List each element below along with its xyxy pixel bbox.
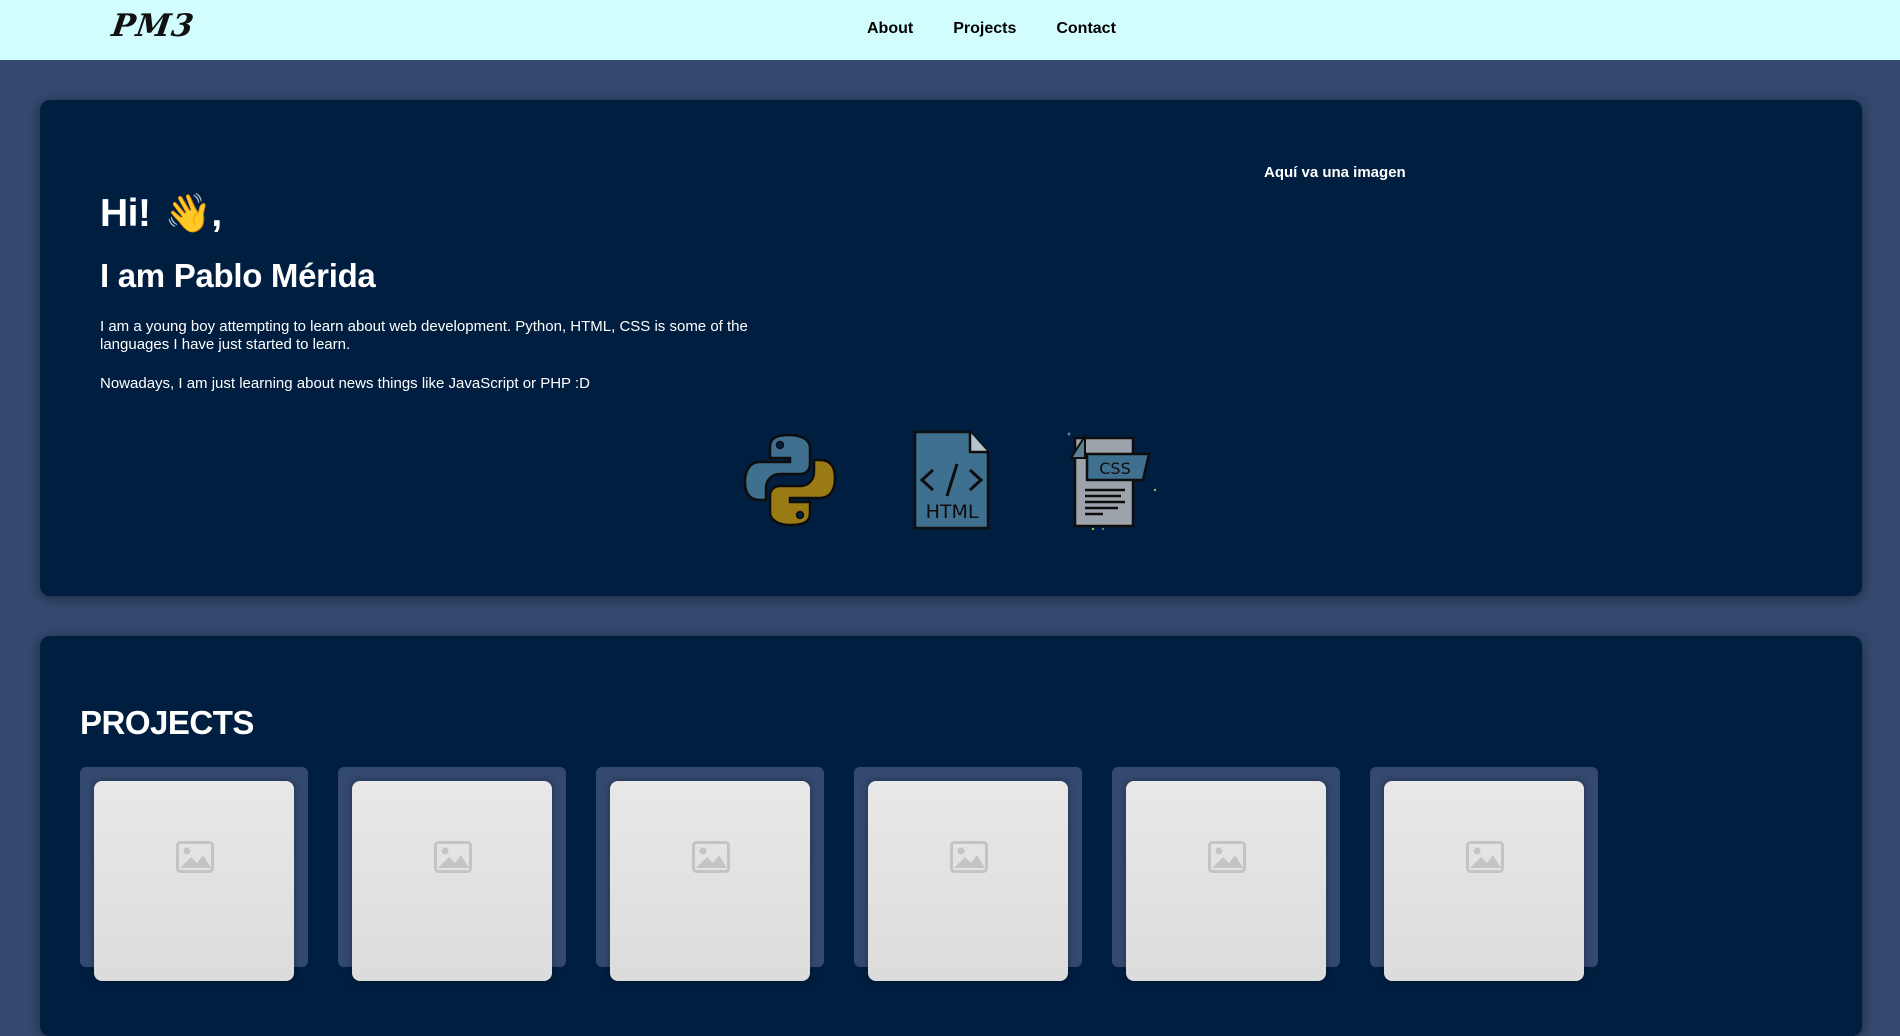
profile-image-placeholder: Aquí va una imagen bbox=[1264, 164, 1406, 181]
image-placeholder-icon bbox=[1466, 841, 1504, 873]
waving-hand-emoji: 👋 bbox=[164, 193, 212, 235]
html-file-icon: HTML bbox=[900, 430, 1000, 530]
image-placeholder-icon bbox=[434, 841, 472, 873]
about-section: Hi! 👋, I am Pablo Mérida I am a young bo… bbox=[40, 100, 1862, 596]
nav-link-contact[interactable]: Contact bbox=[1056, 20, 1116, 38]
project-thumbnail[interactable] bbox=[1126, 781, 1326, 981]
project-card[interactable] bbox=[596, 767, 824, 981]
image-placeholder-icon bbox=[1208, 841, 1246, 873]
project-card[interactable] bbox=[80, 767, 308, 981]
name-heading: I am Pablo Mérida bbox=[100, 257, 376, 294]
project-thumbnail[interactable] bbox=[1384, 781, 1584, 981]
nav-links: About Projects Contact bbox=[867, 20, 1116, 38]
nav-link-projects[interactable]: Projects bbox=[953, 20, 1016, 38]
project-card[interactable] bbox=[1370, 767, 1598, 981]
projects-section: PROJECTS bbox=[40, 636, 1862, 1036]
image-placeholder-icon bbox=[176, 841, 214, 873]
css-file-icon: CSS bbox=[1063, 430, 1163, 531]
project-thumbnail[interactable] bbox=[610, 781, 810, 981]
bio-paragraph-2: Nowadays, I am just learning about news … bbox=[100, 375, 590, 392]
site-logo[interactable]: PM3 bbox=[109, 8, 196, 44]
image-placeholder-icon bbox=[950, 841, 988, 873]
project-thumbnail[interactable] bbox=[352, 781, 552, 981]
greeting-heading: Hi! 👋, bbox=[100, 192, 222, 236]
greeting-punct: , bbox=[211, 192, 222, 235]
html-icon-label: HTML bbox=[926, 501, 979, 523]
projects-heading: PROJECTS bbox=[80, 704, 254, 741]
greeting-text: Hi! bbox=[100, 192, 151, 235]
navbar: PM3 About Projects Contact bbox=[0, 0, 1900, 60]
project-card[interactable] bbox=[854, 767, 1082, 981]
image-placeholder-icon bbox=[692, 841, 730, 873]
project-card[interactable] bbox=[1112, 767, 1340, 981]
nav-link-about[interactable]: About bbox=[867, 20, 913, 38]
project-card[interactable] bbox=[338, 767, 566, 981]
project-thumbnail[interactable] bbox=[868, 781, 1068, 981]
css-icon-label: CSS bbox=[1099, 459, 1130, 478]
project-thumbnail[interactable] bbox=[94, 781, 294, 981]
python-icon bbox=[740, 430, 840, 530]
bio-paragraph: I am a young boy attempting to learn abo… bbox=[100, 318, 748, 353]
